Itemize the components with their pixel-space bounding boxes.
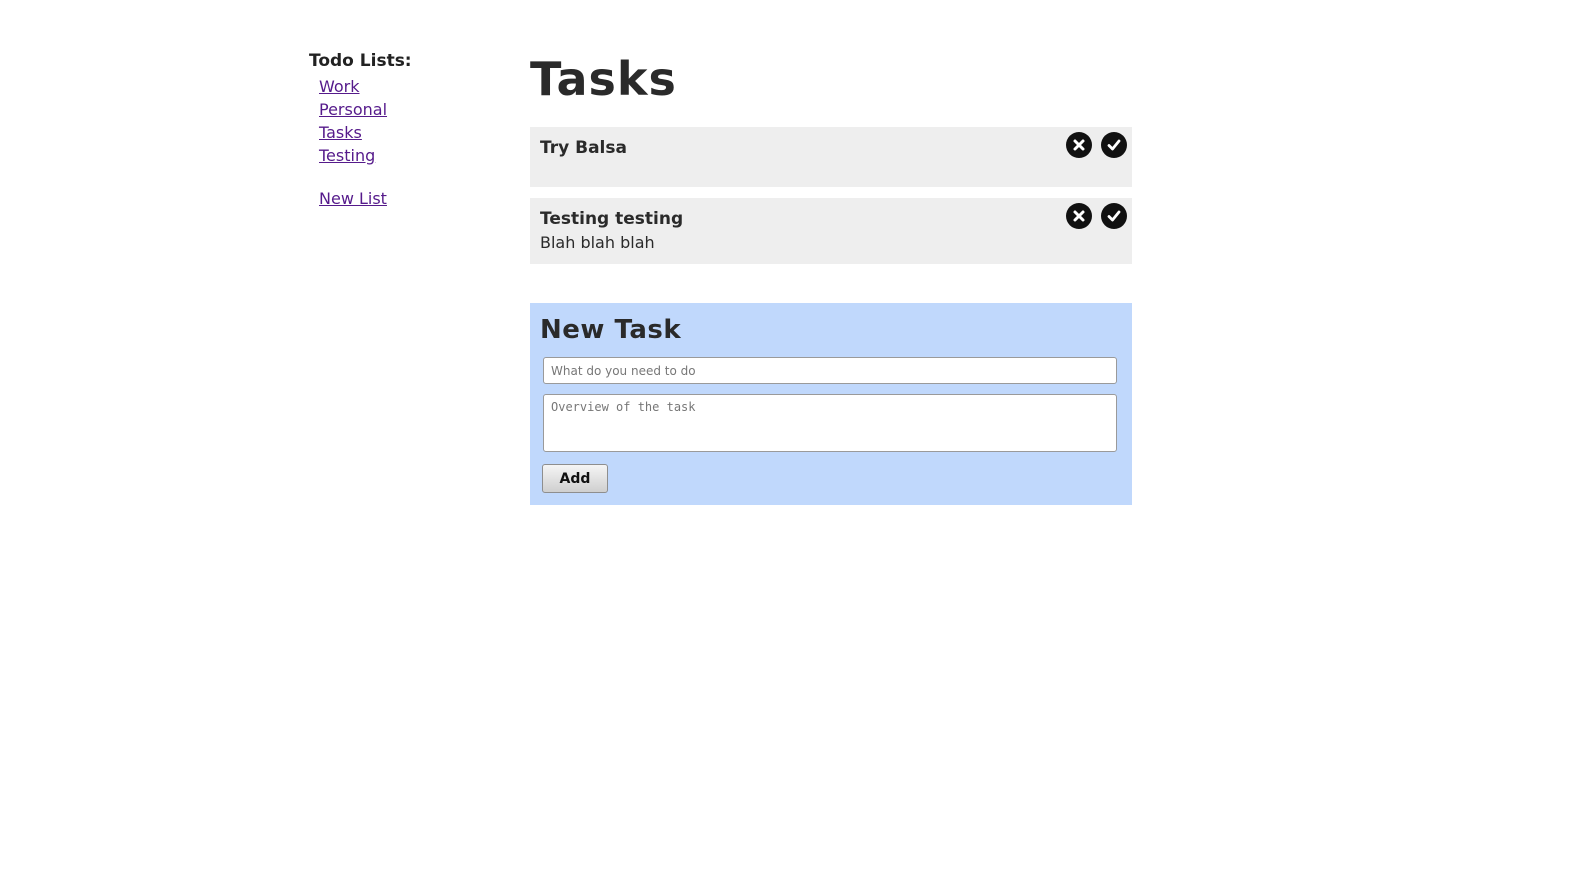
task-title: Try Balsa	[540, 138, 627, 158]
new-list-container: New List	[309, 187, 509, 210]
circle-x-icon[interactable]	[1066, 203, 1092, 229]
sidebar-item-personal: Personal	[319, 98, 509, 121]
main-content: Tasks Try Balsa Testing testing Blah bla…	[530, 50, 1132, 505]
task-actions	[1066, 203, 1127, 229]
task-item: Try Balsa	[530, 127, 1132, 187]
page-title: Tasks	[530, 52, 677, 106]
task-list: Try Balsa Testing testing Blah blah blah	[530, 127, 1132, 264]
task-item: Testing testing Blah blah blah	[530, 198, 1132, 264]
circle-check-icon[interactable]	[1101, 203, 1127, 229]
new-list-link[interactable]: New List	[319, 189, 387, 208]
new-task-heading: New Task	[540, 315, 682, 345]
sidebar-item-work: Work	[319, 75, 509, 98]
sidebar-link-personal[interactable]: Personal	[319, 100, 387, 119]
sidebar-item-testing: Testing	[319, 144, 509, 167]
sidebar-item-tasks: Tasks	[319, 121, 509, 144]
new-task-form: New Task Add	[530, 303, 1132, 505]
todo-list-links: Work Personal Tasks Testing	[309, 75, 509, 167]
sidebar-heading: Todo Lists:	[309, 51, 412, 71]
task-title: Testing testing	[540, 209, 684, 229]
task-description-textarea[interactable]	[543, 394, 1117, 452]
sidebar-link-work[interactable]: Work	[319, 77, 360, 96]
page: Todo Lists: Work Personal Tasks Testing …	[0, 0, 1575, 878]
task-description: Blah blah blah	[540, 233, 655, 252]
circle-check-icon[interactable]	[1101, 132, 1127, 158]
sidebar-link-testing[interactable]: Testing	[319, 146, 375, 165]
add-task-button[interactable]: Add	[542, 464, 608, 493]
sidebar: Todo Lists: Work Personal Tasks Testing …	[309, 50, 509, 210]
sidebar-link-tasks[interactable]: Tasks	[319, 123, 362, 142]
task-actions	[1066, 132, 1127, 158]
task-name-input[interactable]	[543, 357, 1117, 384]
circle-x-icon[interactable]	[1066, 132, 1092, 158]
